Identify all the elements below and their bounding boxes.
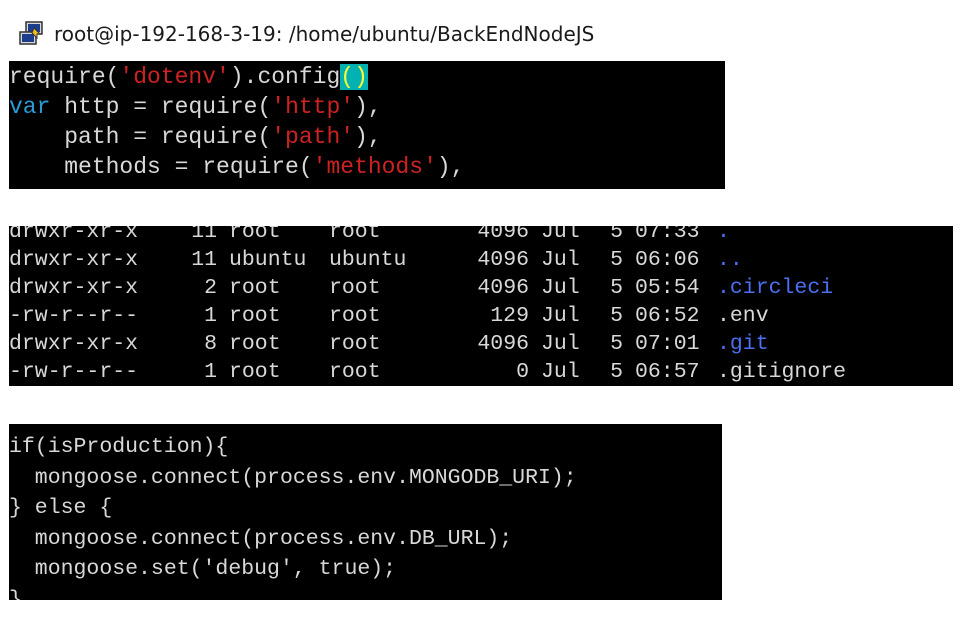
- putty-icon[interactable]: [18, 20, 46, 48]
- listing-row: drwxr-xr-x 11 ubuntu ubuntu 4096 Jul 5 06:06..: [9, 246, 743, 274]
- listing-owner: root: [229, 332, 281, 356]
- listing-month: Jul: [541, 360, 580, 384]
- listing-links: 1: [204, 360, 217, 384]
- window-titlebar: root@ip-192-168-3-19: /home/ubuntu/BackE…: [18, 18, 594, 50]
- listing-month: Jul: [541, 332, 580, 356]
- code-line: mongoose.connect(process.env.DB_URL);: [9, 526, 513, 551]
- listing-perm: -rw-r--r--: [9, 360, 139, 384]
- listing-owner: root: [229, 360, 281, 384]
- listing-row: drwxr-xr-x 2 root root 4096 Jul 5 05:54 .circlec…: [9, 274, 833, 302]
- listing-time: 06:52: [635, 304, 700, 328]
- listing-day: 5: [610, 226, 623, 244]
- listing-day: 5: [610, 248, 623, 272]
- listing-day: 5: [610, 360, 623, 384]
- listing-time: 06:06: [635, 248, 700, 272]
- listing-day: 5: [610, 304, 623, 328]
- listing-month: Jul: [541, 276, 580, 300]
- listing-perm: drwxr-xr-x: [9, 248, 139, 272]
- code-line: var http = require('http'),: [9, 94, 382, 120]
- listing-links: 11: [191, 248, 217, 272]
- listing-row: -rw-r--r-- 1 root root 0 Jul 5 06:57 .gitignore: [9, 358, 846, 386]
- listing-links: 1: [204, 304, 217, 328]
- terminal-code-panel-bottom: if(isProduction){ mongoose.connect(proce…: [9, 424, 722, 600]
- listing-time: 07:33: [635, 226, 700, 244]
- listing-owner: ubuntu: [229, 248, 307, 272]
- listing-month: Jul: [541, 248, 580, 272]
- listing-name: .git: [717, 332, 769, 356]
- listing-size: 4096: [477, 332, 529, 356]
- listing-links: 8: [204, 332, 217, 356]
- listing-perm: drwxr-xr-x: [9, 332, 139, 356]
- listing-day: 5: [610, 332, 623, 356]
- code-line: require('dotenv').config(): [9, 64, 368, 90]
- listing-group: ubuntu: [329, 248, 407, 272]
- listing-name: .: [717, 226, 730, 244]
- listing-row: drwxr-xr-x 11 root root 4096 Jul 5 07:33.: [9, 226, 730, 246]
- listing-row: -rw-r--r-- 1 root root 129 Jul 5 06:52 .env: [9, 302, 769, 330]
- listing-size: 4096: [477, 226, 529, 244]
- listing-name: ..: [717, 248, 743, 272]
- code-line: } else {: [9, 496, 113, 520]
- listing-size: 4096: [477, 276, 529, 300]
- listing-perm: drwxr-xr-x: [9, 276, 139, 300]
- listing-perm: -rw-r--r--: [9, 304, 139, 328]
- listing-owner: root: [229, 304, 281, 328]
- listing-perm: drwxr-xr-x: [9, 226, 139, 244]
- code-line: methods = require('methods'),: [9, 154, 465, 180]
- listing-day: 5: [610, 276, 623, 300]
- listing-month: Jul: [541, 304, 580, 328]
- listing-group: root: [329, 304, 381, 328]
- listing-name: .circleci: [717, 276, 834, 300]
- code-line: }: [9, 587, 22, 601]
- listing-size: 129: [490, 304, 529, 328]
- code-line: path = require('path'),: [9, 124, 382, 150]
- listing-owner: root: [229, 276, 281, 300]
- window-title: root@ip-192-168-3-19: /home/ubuntu/BackE…: [54, 22, 595, 46]
- listing-size: 0: [516, 360, 529, 384]
- listing-group: root: [329, 276, 381, 300]
- listing-name: .gitignore: [717, 360, 847, 384]
- listing-size: 4096: [477, 248, 529, 272]
- code-line: mongoose.connect(process.env.MONGODB_URI…: [9, 465, 577, 490]
- listing-owner: root: [229, 226, 281, 244]
- terminal-code-panel-top: require('dotenv').config() var http = re…: [9, 61, 725, 189]
- listing-group: root: [329, 360, 381, 384]
- listing-month: Jul: [541, 226, 580, 244]
- listing-time: 06:57: [635, 360, 700, 384]
- text-cursor: (): [340, 64, 368, 90]
- listing-group: root: [329, 226, 381, 244]
- code-line: mongoose.set('debug', true);: [9, 557, 397, 581]
- code-line: if(isProduction){: [9, 435, 229, 459]
- listing-links: 11: [191, 226, 217, 244]
- listing-name: .env: [717, 304, 769, 328]
- terminal-listing-panel: drwxr-xr-x 11 root root 4096 Jul 5 07:33. drwxr-…: [9, 226, 953, 386]
- listing-time: 05:54: [635, 276, 700, 300]
- listing-group: root: [329, 332, 381, 356]
- listing-links: 2: [204, 276, 217, 300]
- listing-row: drwxr-xr-x 8 root root 4096 Jul 5 07:01 .git: [9, 330, 769, 358]
- listing-time: 07:01: [635, 332, 700, 356]
